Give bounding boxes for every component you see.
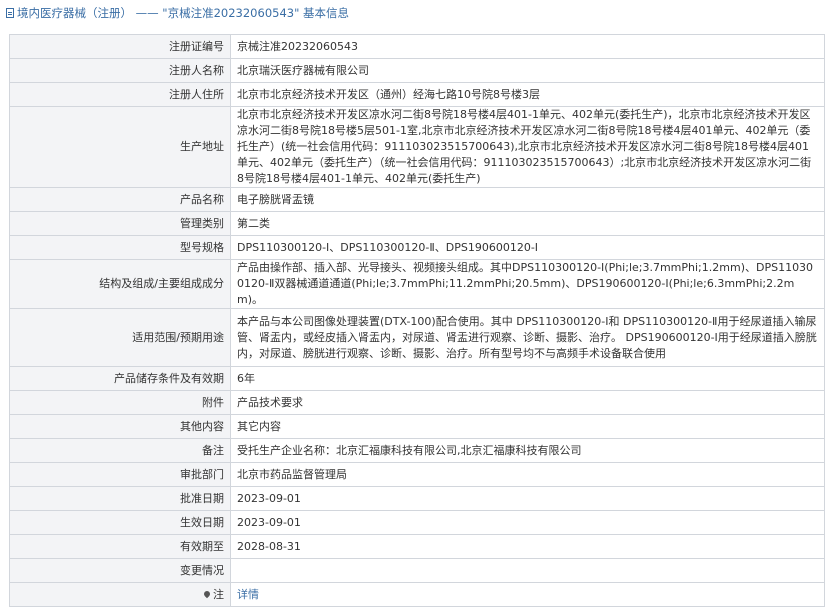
table-row: 型号规格 DPS110300120-Ⅰ、DPS110300120-Ⅱ、DPS19… <box>9 235 825 260</box>
row-value: 电子膀胱肾盂镜 <box>230 187 825 212</box>
row-value: 受托生产企业名称：北京汇福康科技有限公司,北京汇福康科技有限公司 <box>230 438 825 463</box>
table-row: 注册证编号 京械注准20232060543 <box>9 34 825 59</box>
row-value: 本产品与本公司图像处理装置(DTX-100)配合使用。其中 DPS1103001… <box>230 308 825 367</box>
table-row: 适用范围/预期用途 本产品与本公司图像处理装置(DTX-100)配合使用。其中 … <box>9 308 825 367</box>
details-link[interactable]: 详情 <box>237 588 259 601</box>
row-label: 备注 <box>9 438 231 463</box>
table-row: 产品名称 电子膀胱肾盂镜 <box>9 187 825 212</box>
info-table: 注册证编号 京械注准20232060543 注册人名称 北京瑞沃医疗器械有限公司… <box>9 34 825 607</box>
table-row: 注册人住所 北京市北京经济技术开发区（通州）经海七路10号院8号楼3层 <box>9 82 825 107</box>
row-label: 结构及组成/主要组成成分 <box>9 259 231 309</box>
table-row: 生效日期 2023-09-01 <box>9 510 825 535</box>
row-value: 6年 <box>230 366 825 391</box>
page-title-text: 境内医疗器械（注册） —— "京械注准20232060543" 基本信息 <box>17 6 350 20</box>
row-label: 其他内容 <box>9 414 231 439</box>
table-row: 审批部门 北京市药品监督管理局 <box>9 462 825 487</box>
row-label: 注册人名称 <box>9 58 231 83</box>
row-label: 产品储存条件及有效期 <box>9 366 231 391</box>
row-value: 北京市北京经济技术开发区凉水河二街8号院18号楼4层401-1单元、402单元(… <box>230 106 825 188</box>
table-row: 注 详情 <box>9 582 825 607</box>
row-value: 北京市药品监督管理局 <box>230 462 825 487</box>
pin-icon <box>202 589 212 598</box>
row-value: 其它内容 <box>230 414 825 439</box>
table-row: 管理类别 第二类 <box>9 211 825 236</box>
row-value <box>230 558 825 583</box>
note-label: 注 <box>213 587 224 601</box>
row-value: 2028-08-31 <box>230 534 825 559</box>
table-row: 附件 产品技术要求 <box>9 390 825 415</box>
table-row: 生产地址 北京市北京经济技术开发区凉水河二街8号院18号楼4层401-1单元、4… <box>9 106 825 188</box>
table-row: 产品储存条件及有效期 6年 <box>9 366 825 391</box>
document-icon <box>6 8 14 18</box>
row-label: 注册人住所 <box>9 82 231 107</box>
row-label: 变更情况 <box>9 558 231 583</box>
row-label: 审批部门 <box>9 462 231 487</box>
page-title: 境内医疗器械（注册） —— "京械注准20232060543" 基本信息 <box>6 4 349 22</box>
row-value: 详情 <box>230 582 825 607</box>
row-label: 产品名称 <box>9 187 231 212</box>
table-row: 有效期至 2028-08-31 <box>9 534 825 559</box>
row-label: 生效日期 <box>9 510 231 535</box>
table-row: 注册人名称 北京瑞沃医疗器械有限公司 <box>9 58 825 83</box>
row-label: 注册证编号 <box>9 34 231 59</box>
row-value: 北京瑞沃医疗器械有限公司 <box>230 58 825 83</box>
row-value: 北京市北京经济技术开发区（通州）经海七路10号院8号楼3层 <box>230 82 825 107</box>
row-label: 适用范围/预期用途 <box>9 308 231 367</box>
table-row: 批准日期 2023-09-01 <box>9 486 825 511</box>
table-row: 变更情况 <box>9 558 825 583</box>
table-row: 其他内容 其它内容 <box>9 414 825 439</box>
row-value: 京械注准20232060543 <box>230 34 825 59</box>
row-label: 批准日期 <box>9 486 231 511</box>
row-value: 2023-09-01 <box>230 486 825 511</box>
row-value: DPS110300120-Ⅰ、DPS110300120-Ⅱ、DPS1906001… <box>230 235 825 260</box>
row-label: 注 <box>9 582 231 607</box>
row-label: 附件 <box>9 390 231 415</box>
row-value: 产品由操作部、插入部、光导接头、视频接头组成。其中DPS110300120-Ⅰ(… <box>230 259 825 309</box>
table-row: 备注 受托生产企业名称：北京汇福康科技有限公司,北京汇福康科技有限公司 <box>9 438 825 463</box>
row-label: 生产地址 <box>9 106 231 188</box>
table-row: 结构及组成/主要组成成分 产品由操作部、插入部、光导接头、视频接头组成。其中DP… <box>9 259 825 309</box>
row-label: 型号规格 <box>9 235 231 260</box>
row-value: 产品技术要求 <box>230 390 825 415</box>
row-value: 第二类 <box>230 211 825 236</box>
row-value: 2023-09-01 <box>230 510 825 535</box>
row-label: 管理类别 <box>9 211 231 236</box>
row-label: 有效期至 <box>9 534 231 559</box>
